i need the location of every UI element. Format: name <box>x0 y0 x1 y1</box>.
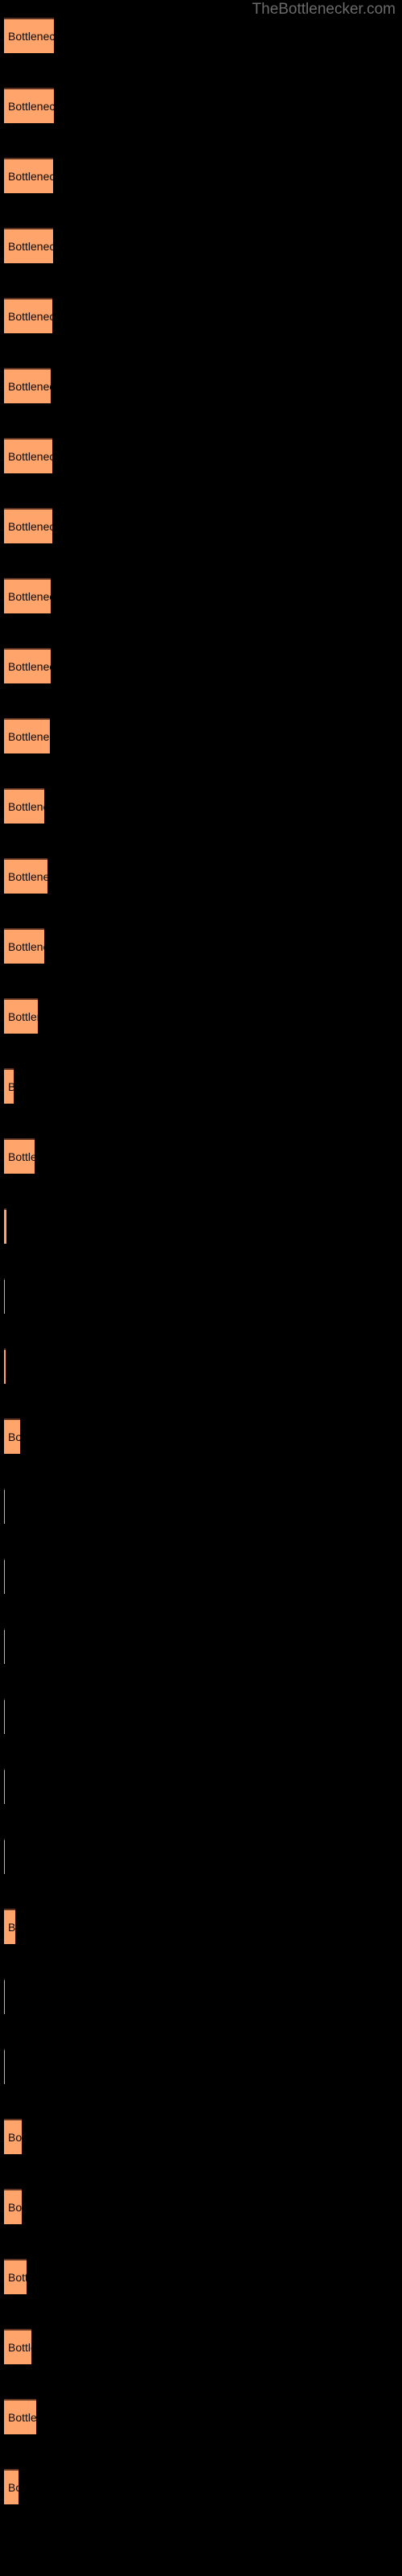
bar[interactable]: Bottleneck result <box>4 1909 15 1944</box>
bar-label: Bottleneck result <box>8 450 52 463</box>
bar[interactable]: Bottleneck result <box>4 998 38 1034</box>
bar-label: Bottleneck result <box>8 730 50 743</box>
bar-label: Bottleneck result <box>8 660 51 673</box>
bar-label: Bottleneck result <box>8 2481 18 2494</box>
bar[interactable]: Bottleneck result <box>4 2469 18 2504</box>
bar[interactable]: Bottleneck result <box>4 18 54 53</box>
bar[interactable]: Bottleneck result <box>4 1979 5 2014</box>
bar[interactable]: Bottleneck result <box>4 228 53 263</box>
bar-label: Bottleneck result <box>8 1010 38 1023</box>
bar[interactable]: Bottleneck result <box>4 1699 5 1734</box>
bar[interactable]: Bottleneck result <box>4 368 51 403</box>
bar[interactable]: Bottleneck result <box>4 1138 35 1174</box>
bar-label: Bottleneck result <box>8 30 54 43</box>
bar[interactable]: Bottleneck result <box>4 2259 27 2294</box>
bar[interactable]: Bottleneck result <box>4 788 44 824</box>
bar[interactable]: Bottleneck result <box>4 1418 20 1454</box>
bar-label: Bottleneck result <box>8 2131 22 2144</box>
bar-label: Bottleneck result <box>8 2271 27 2284</box>
bar-label: Bottleneck result <box>8 1921 15 1934</box>
bar[interactable]: Bottleneck result <box>4 578 51 613</box>
bar[interactable]: Bottleneck result <box>4 2119 22 2154</box>
bar[interactable]: Bottleneck result <box>4 2399 36 2434</box>
bar-label: Bottleneck result <box>8 100 54 113</box>
bar[interactable]: Bottleneck result <box>4 88 54 123</box>
bar-label: Bottleneck result <box>8 2201 22 2214</box>
bar[interactable]: Bottleneck result <box>4 2049 5 2084</box>
bar[interactable]: Bottleneck result <box>4 1278 5 1314</box>
bottleneck-bar-chart: TheBottlenecker.com Bottleneck result Bot… <box>0 0 402 2576</box>
bar-label: Bottleneck result <box>8 1430 20 1443</box>
bar-label: Bottleneck result <box>8 1150 35 1163</box>
bar[interactable]: Bottleneck result <box>4 2329 31 2364</box>
bar-label: Bottleneck result <box>8 310 52 323</box>
bar[interactable]: Bottleneck result <box>4 1208 6 1244</box>
bar[interactable]: Bottleneck result <box>4 508 52 543</box>
bar[interactable]: Bottleneck result <box>4 438 52 473</box>
bar-label: Bottleneck result <box>8 940 44 953</box>
bar[interactable]: Bottleneck result <box>4 1629 5 1664</box>
bar-label: Bottleneck result <box>8 590 51 603</box>
bar[interactable]: Bottleneck result <box>4 858 47 894</box>
bar-label: Bottleneck result <box>8 2341 31 2354</box>
bar-label: Bottleneck result <box>8 800 44 813</box>
bar[interactable]: Bottleneck result <box>4 1558 5 1594</box>
site-title: TheBottlenecker.com <box>252 1 396 18</box>
bar[interactable]: Bottleneck result <box>4 718 50 753</box>
bar[interactable]: Bottleneck result <box>4 2189 22 2224</box>
bar-label: Bottleneck result <box>8 170 53 183</box>
bar[interactable]: Bottleneck result <box>4 1488 5 1524</box>
bar[interactable]: Bottleneck result <box>4 158 53 193</box>
bar[interactable]: Bottleneck result <box>4 1769 5 1804</box>
bar[interactable]: Bottleneck result <box>4 648 51 683</box>
bar-label: Bottleneck result <box>8 240 53 253</box>
bar-label: Bottleneck result <box>8 2411 36 2424</box>
bar[interactable]: Bottleneck result <box>4 1839 5 1874</box>
bar-label: Bottleneck result <box>8 520 52 533</box>
bar-label: Bottleneck result <box>8 870 47 883</box>
bar-label: Bottleneck result <box>8 1080 14 1093</box>
bar[interactable]: Bottleneck result <box>4 298 52 333</box>
bar-label: Bottleneck result <box>8 380 51 393</box>
bar[interactable]: Bottleneck result <box>4 1348 6 1384</box>
bar[interactable]: Bottleneck result <box>4 928 44 964</box>
bar[interactable]: Bottleneck result <box>4 1068 14 1104</box>
